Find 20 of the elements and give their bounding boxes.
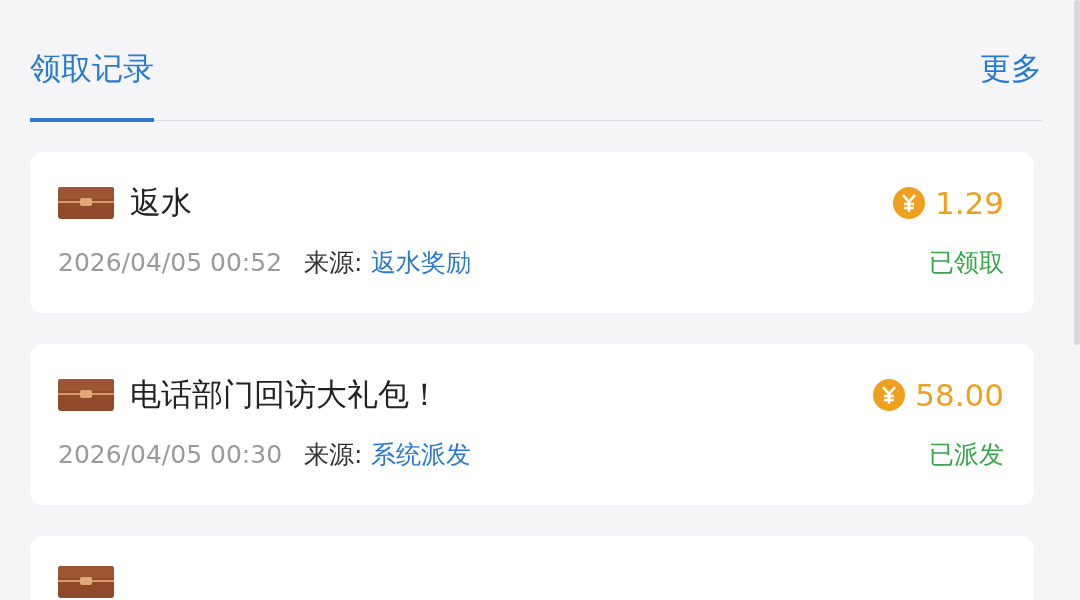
source-label: 来源: — [304, 247, 363, 279]
record-time: 2026/04/05 00:30 — [58, 440, 283, 469]
source-label: 来源: — [304, 439, 363, 471]
record-title: 电话部门回访大礼包！ — [130, 375, 440, 414]
source-value: 返水奖励 — [370, 247, 471, 279]
scrollbar[interactable] — [1074, 0, 1080, 345]
record-status: 已派发 — [929, 439, 1004, 471]
source-value: 系统派发 — [370, 439, 471, 471]
chest-icon — [58, 379, 114, 411]
amount: 1.29 — [934, 185, 1004, 221]
amount: 58.00 — [915, 377, 1004, 413]
record-title: 返水 — [130, 183, 192, 222]
chest-icon — [58, 187, 114, 219]
record-time: 2026/04/05 00:52 — [58, 248, 283, 277]
chest-icon — [58, 566, 114, 598]
tab[interactable]: 领取记录 — [30, 48, 154, 122]
yuan-coin-icon — [873, 379, 906, 411]
yuan-coin-icon — [892, 187, 925, 219]
record-status: 已领取 — [929, 247, 1004, 279]
more-link[interactable]: 更多 — [980, 48, 1042, 120]
